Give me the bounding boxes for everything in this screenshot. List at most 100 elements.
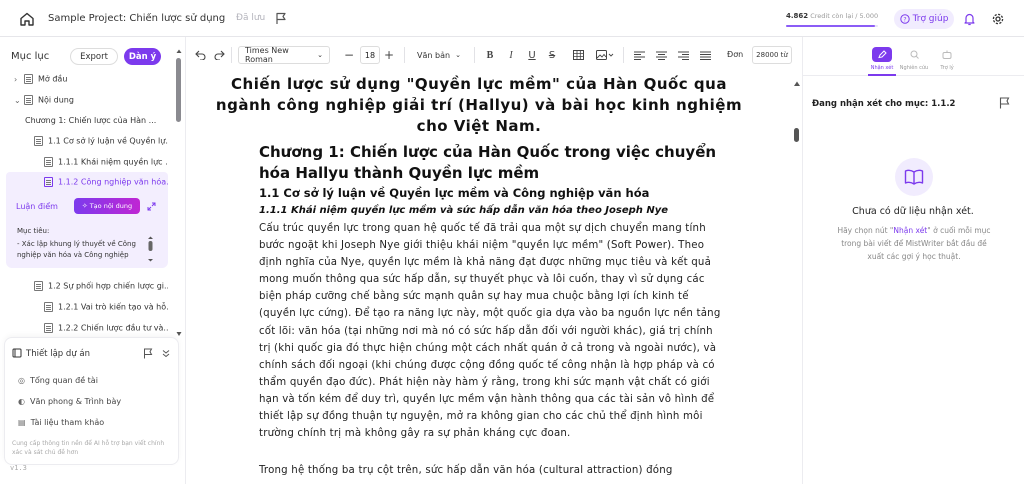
paragraph-style-value: Văn bản [417,50,451,60]
goal-text: - Xác lập khung lý thuyết về Công nghiệp… [17,240,136,259]
settings-item-references[interactable]: ▤ Tài liệu tham khảo [18,418,104,427]
sidebar-item-1-2-2[interactable]: 1.2.2 Chiến lược đầu tư và... [44,323,168,333]
collapse-icon[interactable] [161,348,170,358]
chevron-down-icon: ⌄ [455,51,461,59]
credit-progress-bar [786,25,878,27]
toolbar-divider [231,47,232,63]
settings-item-overview[interactable]: ◎ Tổng quan đề tài [18,376,98,385]
svg-text:?: ? [903,16,906,23]
settings-item-style[interactable]: ◐ Văn phong & Trình bày [18,397,121,406]
underline-icon[interactable]: U [526,46,538,64]
toolbar-divider [623,47,624,63]
align-center-icon[interactable] [655,46,667,64]
font-family-value: Times New Roman [245,46,289,64]
gear-icon[interactable] [991,11,1005,27]
credit-total: 5.000 [859,12,879,20]
increase-font-button[interactable]: + [382,46,396,64]
help-icon: ? [899,14,910,24]
home-icon[interactable] [18,10,36,28]
version-label: v1.3 [10,464,27,472]
document-icon [34,136,43,146]
align-justify-icon[interactable] [699,46,711,64]
tab-research[interactable]: Nghiên cứu [896,47,932,71]
flag-icon[interactable] [142,347,153,359]
search-icon [904,47,924,62]
flag-icon[interactable] [274,11,288,25]
comment-section-title: Đang nhận xét cho mục: 1.1.2 [812,99,956,109]
comment-link[interactable]: Nhận xét [893,226,927,235]
chevron-right-icon[interactable]: › [14,75,24,84]
credit-progress-fill [786,25,876,27]
align-left-icon[interactable] [633,46,645,64]
book-icon [895,158,933,196]
italic-icon[interactable]: I [505,46,517,64]
flag-icon[interactable] [998,96,1010,109]
bell-icon[interactable] [962,11,976,27]
settings-item-label: Tài liệu tham khảo [30,418,105,427]
subsection-heading[interactable]: 1.1.1 Khái niệm quyền lực mềm và sức hấp… [259,205,739,216]
sidebar-item-chapter-1[interactable]: Chương 1: Chiến lược của Hàn ... [25,116,167,125]
decrease-font-button[interactable]: − [342,46,356,64]
tab-comments[interactable]: Nhận xét [864,47,900,71]
bold-icon[interactable]: B [484,46,496,64]
empty-state-description: Hãy chọn nút "Nhận xét" ở cuối mỗi mục t… [834,224,994,263]
sidebar-item-1-2[interactable]: 1.2 Sự phối hợp chiến lược gi... [34,281,168,291]
sidebar-item-1-1-1[interactable]: 1.1.1 Khái niệm quyền lực ... [44,157,168,167]
sidebar-item-content[interactable]: ⌄ Nội dung [14,95,164,105]
document-icon [24,95,33,105]
document-icon [34,281,43,291]
align-right-icon[interactable] [677,46,689,64]
goal-scrollbar[interactable] [147,236,154,262]
settings-note: Cung cấp thông tin nền để AI hỗ trợ bạn … [12,440,165,456]
project-title[interactable]: Sample Project: Chiến lược sử dụng "Qu..… [48,13,228,24]
document-title[interactable]: Chiến lược sử dụng "Quyền lực mềm" của H… [202,74,756,137]
image-icon[interactable] [595,46,615,64]
sparkle-icon: ✧ [81,202,88,210]
document-icon [44,323,53,333]
settings-item-label: Tổng quan đề tài [29,376,98,385]
paragraph-style-select[interactable]: Văn bản ⌄ [412,46,466,64]
paragraph[interactable]: Trong hệ thống ba trụ cột trên, sức hấp … [259,462,721,479]
word-target-input[interactable]: 28000 từ [752,46,792,64]
expand-icon[interactable] [146,201,156,211]
font-family-select[interactable]: Times New Roman ⌄ [238,46,330,64]
chapter-heading[interactable]: Chương 1: Chiến lược của Hàn Quốc trong … [259,142,739,184]
font-size-input[interactable]: 18 [360,46,380,64]
help-label: Trợ giúp [912,14,949,24]
outline-button[interactable]: Dàn ý [124,48,161,65]
generate-content-button[interactable]: ✧ Tạo nội dung [74,198,140,214]
tab-label: Nghiên cứu [899,65,929,71]
comment-icon [872,47,892,62]
table-icon[interactable] [571,46,585,64]
book-icon [11,347,22,358]
word-target-label: Đơn [727,50,744,59]
credit-readout: 4.862 Credit còn lại / 5.000 [786,12,879,20]
tabs-divider [802,75,1024,76]
sidebar-item-1-1[interactable]: 1.1 Cơ sở lý luận về Quyền lự... [34,136,168,146]
point-label: Luận điểm [16,202,58,211]
sidebar-item-1-2-1[interactable]: 1.2.1 Vai trò kiến tạo và hỗ... [44,302,168,312]
chevron-down-icon[interactable]: ⌄ [14,96,24,105]
chevron-down-icon: ⌄ [317,51,323,59]
section-heading[interactable]: 1.1 Cơ sở lý luận về Quyền lực mềm và Cô… [259,186,739,200]
toolbar-divider [474,47,475,63]
saved-status: Đã lưu [236,13,266,23]
sidebar-item-intro[interactable]: › Mở đầu [14,74,164,84]
export-button[interactable]: Export [70,48,118,65]
document-icon [24,74,33,84]
scroll-up-icon[interactable] [794,80,800,86]
paragraph[interactable]: Cấu trúc quyền lực trong quan hệ quốc tế… [259,220,721,442]
sidebar-item-1-1-2[interactable]: 1.1.2 Công nghiệp văn hóa... [44,177,168,187]
help-button[interactable]: ? Trợ giúp [894,9,954,29]
editor-scroll-thumb[interactable] [794,128,799,142]
redo-icon[interactable] [212,46,226,64]
sidebar-item-label: 1.2.1 Vai trò kiến tạo và hỗ... [58,302,168,312]
empty-desc-text: Hãy chọn nút " [837,226,894,235]
strikethrough-icon[interactable]: S [546,46,558,64]
tab-assistant[interactable]: Trợ lý [929,47,965,71]
undo-icon[interactable] [193,46,207,64]
sidebar-item-label: Nội dung [38,95,74,105]
settings-title: Thiết lập dự án [26,349,90,359]
sidebar-scroll-thumb[interactable] [176,58,181,122]
generate-label: Tạo nội dung [89,202,133,210]
